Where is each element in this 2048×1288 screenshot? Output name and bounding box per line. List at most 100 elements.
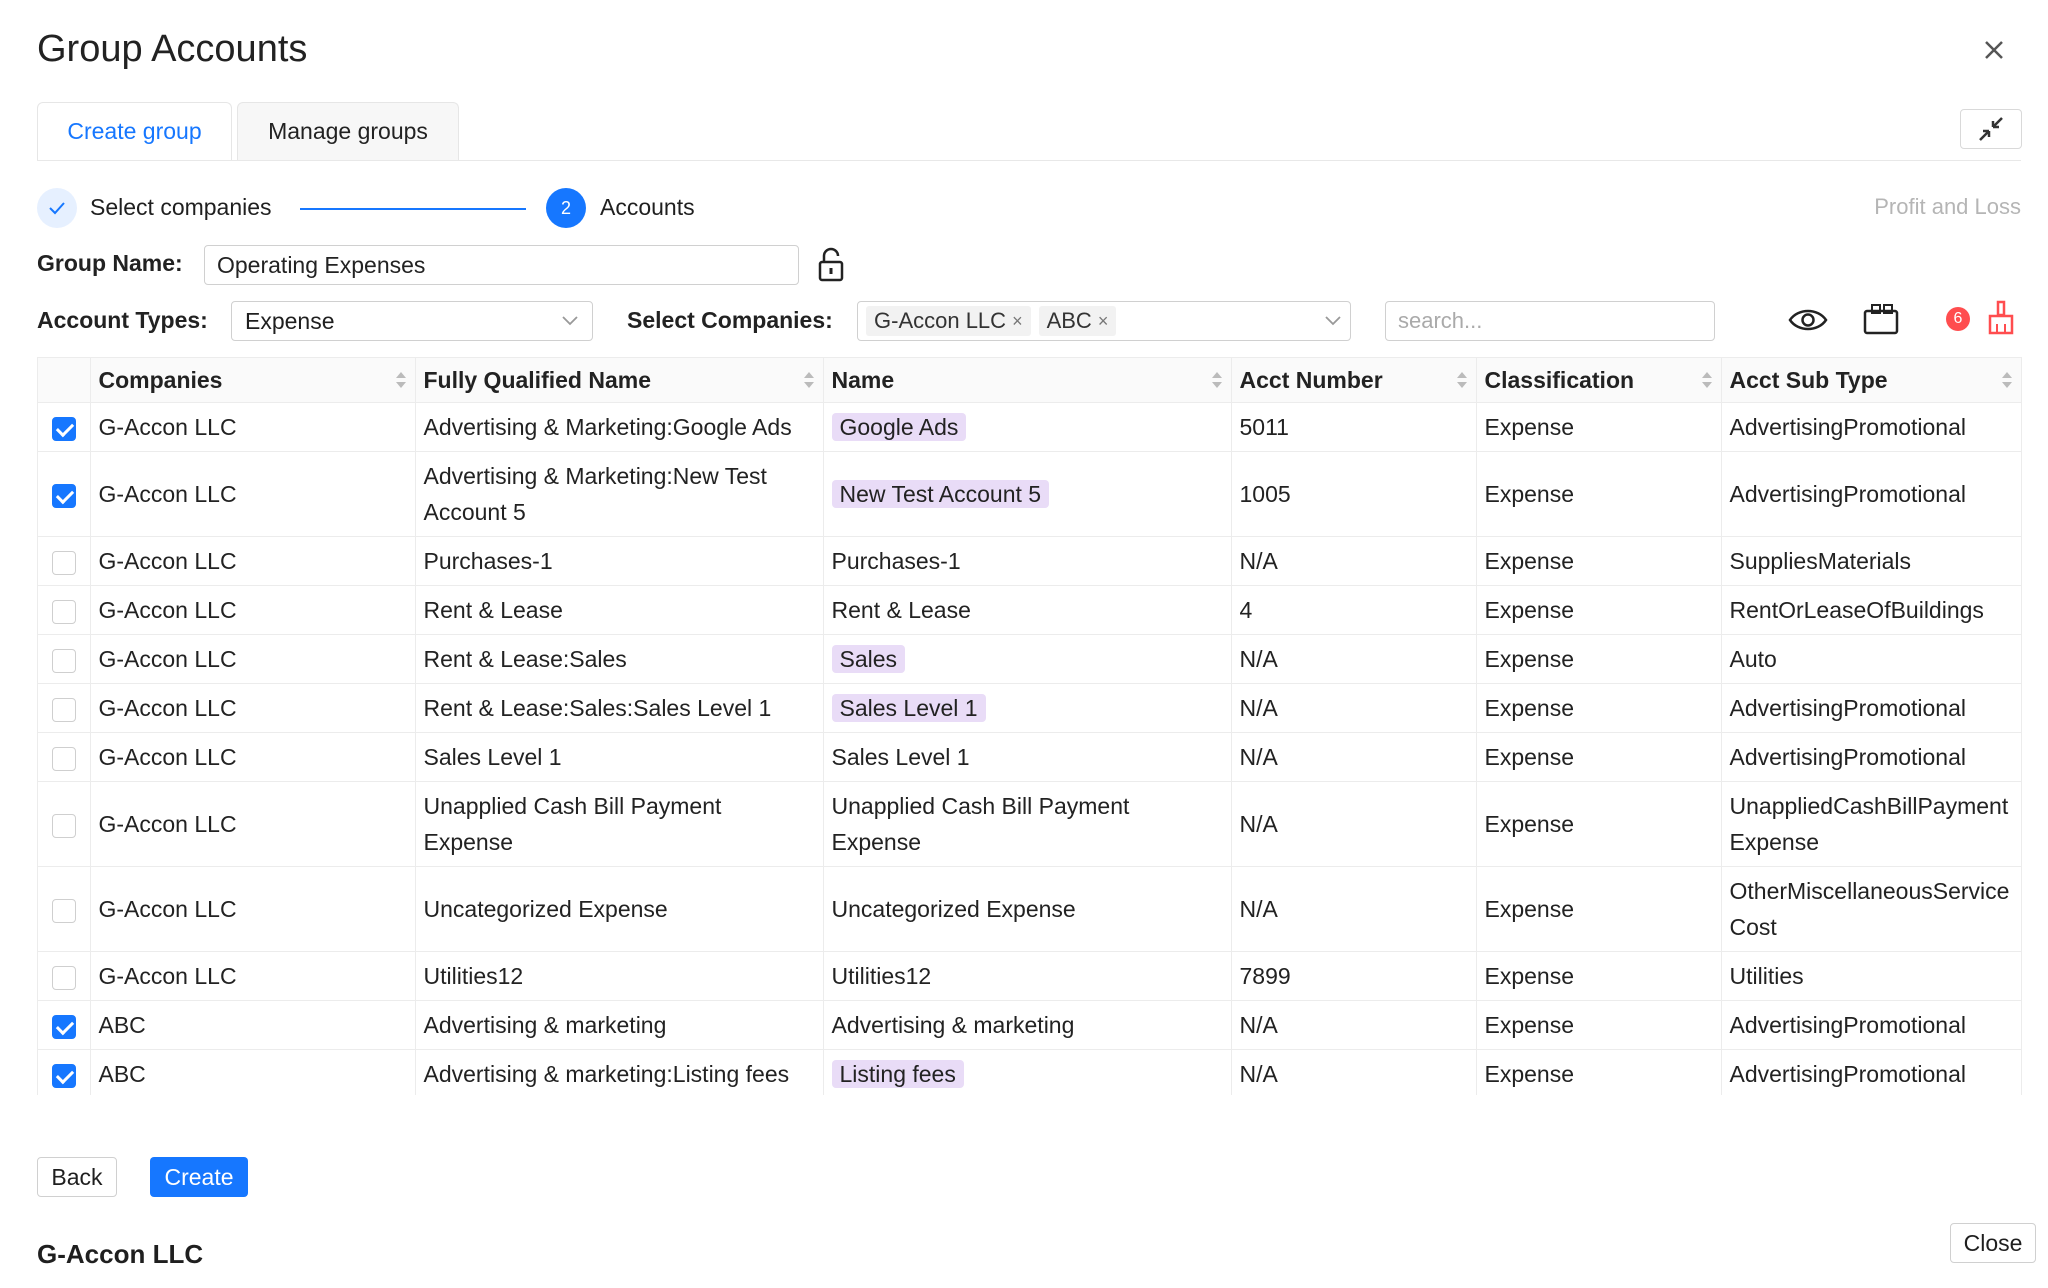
cell-fully-qualified-name: Advertising & Marketing:New Test Account… (415, 451, 824, 537)
column-header-label: Fully Qualified Name (423, 366, 652, 393)
row-checkbox-cell (38, 451, 91, 537)
column-header-label: Acct Number (1239, 366, 1383, 393)
unlock-icon[interactable] (816, 247, 846, 283)
remove-tag-icon[interactable]: × (1012, 311, 1023, 332)
cell-classification: Expense (1476, 585, 1722, 635)
column-header-acct-sub-type[interactable]: Acct Sub Type (1721, 358, 2021, 403)
table-row[interactable]: G-Accon LLC Advertising & Marketing:New T… (38, 451, 2021, 537)
sort-icon[interactable] (395, 370, 407, 390)
step-select-companies[interactable]: Select companies (90, 194, 272, 221)
column-header-classification[interactable]: Classification (1476, 358, 1722, 403)
cell-company: G-Accon LLC (90, 451, 416, 537)
folder-icon[interactable] (1862, 302, 1900, 336)
sort-icon[interactable] (1211, 370, 1223, 390)
row-checkbox[interactable] (51, 648, 76, 673)
eye-icon[interactable] (1788, 305, 1828, 335)
sort-icon[interactable] (2001, 370, 2013, 390)
row-checkbox[interactable] (51, 550, 76, 575)
cell-acct-number: 4 (1231, 585, 1477, 635)
row-checkbox[interactable] (51, 599, 76, 624)
cell-company: G-Accon LLC (90, 732, 416, 782)
sort-icon[interactable] (803, 370, 815, 390)
table-row[interactable]: G-Accon LLC Utilities12 Utilities12 7899 Exp… (38, 951, 2021, 1001)
table-row[interactable]: G-Accon LLC Sales Level 1 Sales Level 1 N/A… (38, 732, 2021, 782)
table-row[interactable]: ABC Advertising & marketing:Listing fees L… (38, 1049, 2021, 1095)
cell-company: G-Accon LLC (90, 781, 416, 867)
table-row[interactable]: G-Accon LLC Purchases-1 Purchases-1 N/A Expe… (38, 536, 2021, 586)
cell-name: Sales Level 1 (823, 683, 1232, 733)
sort-icon[interactable] (1701, 370, 1713, 390)
cell-name: Advertising & marketing (823, 1000, 1232, 1050)
account-types-label: Account Types: (37, 307, 208, 333)
row-checkbox[interactable] (51, 746, 76, 771)
column-header-acct-number[interactable]: Acct Number (1231, 358, 1477, 403)
row-checkbox[interactable] (51, 813, 76, 838)
row-checkbox-cell (38, 951, 91, 1001)
cell-acct-number: N/A (1231, 1049, 1477, 1095)
footer-company-name: G-Accon LLC (37, 1239, 204, 1269)
cell-classification: Expense (1476, 1000, 1722, 1050)
cell-company: G-Accon LLC (90, 634, 416, 684)
search-input[interactable] (1385, 301, 1715, 341)
table-row[interactable]: G-Accon LLC Uncategorized Expense Uncatego… (38, 866, 2021, 952)
close-icon[interactable] (1978, 34, 2010, 66)
table-row[interactable]: ABC Advertising & marketing Advertising & … (38, 1000, 2021, 1050)
cell-classification: Expense (1476, 732, 1722, 782)
row-checkbox[interactable] (51, 1014, 76, 1039)
create-button[interactable]: Create (150, 1157, 248, 1197)
cell-acct-number: N/A (1231, 732, 1477, 782)
account-name: Google Ads (831, 413, 967, 441)
table-row[interactable]: G-Accon LLC Advertising & Marketing:Googl… (38, 402, 2021, 452)
row-checkbox-cell (38, 866, 91, 952)
report-type-label: Profit and Loss (1874, 194, 2021, 219)
clear-broom-icon[interactable] (1986, 300, 2016, 336)
collapse-button[interactable] (1960, 109, 2022, 149)
row-checkbox[interactable] (51, 1063, 76, 1088)
back-button[interactable]: Back (37, 1157, 117, 1197)
company-tag: G-Accon LLC × (866, 306, 1031, 336)
row-checkbox-cell (38, 1000, 91, 1050)
cell-classification: Expense (1476, 951, 1722, 1001)
sort-icon[interactable] (1456, 370, 1468, 390)
step-connector (300, 208, 526, 210)
row-checkbox[interactable] (51, 965, 76, 990)
cell-fully-qualified-name: Advertising & marketing:Listing fees (415, 1049, 824, 1095)
cell-classification: Expense (1476, 634, 1722, 684)
account-name: Sales Level 1 (831, 694, 986, 722)
column-header-name[interactable]: Name (823, 358, 1232, 403)
cell-fully-qualified-name: Uncategorized Expense (415, 866, 824, 952)
table-header-row: Companies Fully Qualified Name Name Acct… (38, 358, 2021, 403)
cell-fully-qualified-name: Purchases-1 (415, 536, 824, 586)
account-types-select[interactable]: Expense (231, 301, 593, 341)
table-row[interactable]: G-Accon LLC Rent & Lease Rent & Lease 4 Expe… (38, 585, 2021, 635)
cell-classification: Expense (1476, 781, 1722, 867)
cell-acct-number: 1005 (1231, 451, 1477, 537)
table-row[interactable]: G-Accon LLC Rent & Lease:Sales Sales N/A Exp… (38, 634, 2021, 684)
column-header-companies[interactable]: Companies (90, 358, 416, 403)
cell-acct-number: N/A (1231, 634, 1477, 684)
row-checkbox[interactable] (51, 697, 76, 722)
step-done-icon (37, 188, 77, 228)
row-checkbox[interactable] (51, 416, 76, 441)
column-header-fully-qualified-name[interactable]: Fully Qualified Name (415, 358, 824, 403)
close-button[interactable]: Close (1950, 1223, 2036, 1263)
table-row[interactable]: G-Accon LLC Unapplied Cash Bill Payment E… (38, 781, 2021, 867)
table-row[interactable]: G-Accon LLC Rent & Lease:Sales:Sales Leve… (38, 683, 2021, 733)
cell-acct-sub-type: Utilities (1721, 951, 2021, 1001)
cell-acct-sub-type: RentOrLeaseOfBuildings (1721, 585, 2021, 635)
account-name: Sales (831, 645, 906, 673)
tab-manage-groups[interactable]: Manage groups (237, 102, 459, 160)
tab-create-group[interactable]: Create group (37, 102, 232, 160)
remove-tag-icon[interactable]: × (1098, 311, 1109, 332)
row-checkbox[interactable] (51, 898, 76, 923)
row-checkbox[interactable] (51, 483, 76, 508)
header-checkbox-cell (38, 358, 91, 403)
select-companies-field[interactable]: G-Accon LLC × ABC × (857, 301, 1351, 341)
group-name-input[interactable] (204, 245, 799, 285)
cell-classification: Expense (1476, 866, 1722, 952)
cell-fully-qualified-name: Advertising & marketing (415, 1000, 824, 1050)
cell-acct-sub-type: OtherMiscellaneousServiceCost (1721, 866, 2021, 952)
company-tag: ABC × (1038, 306, 1117, 336)
cell-company: G-Accon LLC (90, 683, 416, 733)
account-name: Purchases-1 (831, 548, 961, 574)
